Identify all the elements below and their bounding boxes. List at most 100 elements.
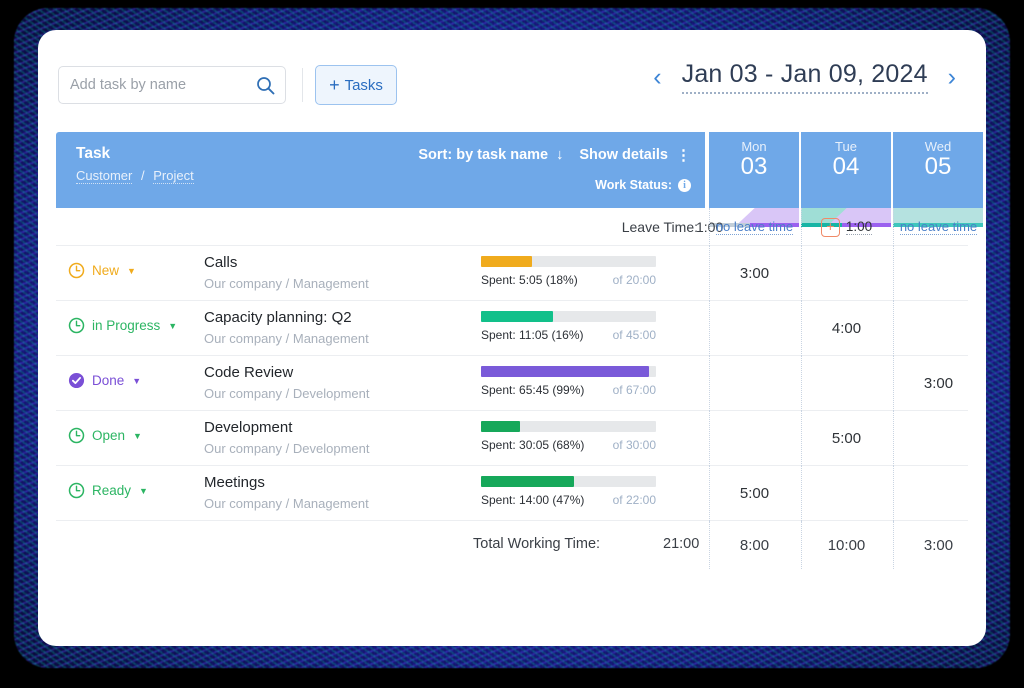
task-day-cells: 3:00 <box>709 246 983 301</box>
kebab-menu-icon[interactable]: ⋮ <box>676 146 691 164</box>
task-info[interactable]: Code ReviewOur company / Development <box>204 364 369 401</box>
task-info[interactable]: MeetingsOur company / Management <box>204 474 369 511</box>
day-of-week-label: Tue <box>835 139 857 154</box>
day-time-cell[interactable]: 4:00 <box>801 301 891 356</box>
day-column-headers: Mon03Tue04Wed05 <box>709 132 983 208</box>
task-path: Our company / Management <box>204 496 369 511</box>
progress-track <box>481 476 656 487</box>
day-time-cell[interactable]: 3:00 <box>709 246 799 301</box>
sort-arrow-down-icon[interactable]: ↓ <box>556 147 563 163</box>
leave-time-cell[interactable]: +1:00 <box>801 208 891 246</box>
chevron-left-icon[interactable]: ‹ <box>647 63 667 92</box>
progress-fill <box>481 311 553 322</box>
clock-icon <box>68 317 85 334</box>
day-time-cell[interactable] <box>893 301 983 356</box>
progress-total-label: of 22:00 <box>613 493 656 507</box>
search-input[interactable] <box>70 77 250 93</box>
info-icon[interactable]: i <box>678 179 691 192</box>
leave-time-cell[interactable]: no leave time <box>709 208 799 246</box>
day-column-header-tue[interactable]: Tue04 <box>801 132 891 208</box>
progress-track <box>481 421 656 432</box>
sort-control[interactable]: Sort: by task name ↓ <box>418 147 563 163</box>
task-status-label: in Progress <box>92 318 160 333</box>
no-leave-time-link[interactable]: no leave time <box>900 219 977 235</box>
day-time-cell[interactable] <box>893 411 983 466</box>
header-tools: Sort: by task name ↓ Show details ⋮ <box>418 146 691 164</box>
task-day-cells: 5:00 <box>709 466 983 521</box>
work-status-control[interactable]: Work Status: i <box>595 178 691 192</box>
day-time-cell[interactable]: 5:00 <box>801 411 891 466</box>
task-info[interactable]: Capacity planning: Q2Our company / Manag… <box>204 309 369 346</box>
task-row: in Progress ▼ Capacity planning: Q2Our com… <box>56 301 968 356</box>
leave-time-cell[interactable]: no leave time <box>893 208 983 246</box>
task-status-dropdown[interactable]: in Progress ▼ <box>68 317 177 334</box>
progress-labels: Spent: 14:00 (47%) of 22:00 <box>481 493 656 507</box>
day-time-cell[interactable] <box>709 356 799 411</box>
task-rows: New▼CallsOur company / ManagementSpent: … <box>56 246 968 521</box>
progress-labels: Spent: 11:05 (16%) of 45:00 <box>481 328 656 342</box>
clock-icon <box>68 482 85 499</box>
progress-total-label: of 45:00 <box>613 328 656 342</box>
day-time-cell[interactable]: 5:00 <box>709 466 799 521</box>
task-row: Done▼ Code ReviewOur company / Developmen… <box>56 356 968 411</box>
task-progress: Spent: 65:45 (99%)of 67:00 <box>481 366 656 397</box>
chevron-down-icon[interactable]: ▼ <box>127 266 136 276</box>
day-column-header-mon[interactable]: Mon03 <box>709 132 799 208</box>
customer-link[interactable]: Customer <box>76 168 132 184</box>
task-day-cells: 4:00 <box>709 301 983 356</box>
total-day-cell: 3:00 <box>893 521 983 569</box>
day-time-cell[interactable] <box>893 246 983 301</box>
day-time-cell[interactable] <box>709 301 799 356</box>
task-name: Calls <box>204 254 369 271</box>
task-day-cells: 5:00 <box>709 411 983 466</box>
day-time-cell[interactable] <box>801 466 891 521</box>
add-leave-time-icon[interactable]: + <box>821 218 840 237</box>
chevron-down-icon[interactable]: ▼ <box>168 321 177 331</box>
task-day-cells: 3:00 <box>709 356 983 411</box>
day-time-cell[interactable] <box>801 356 891 411</box>
progress-fill <box>481 421 520 432</box>
chevron-down-icon[interactable]: ▼ <box>133 431 142 441</box>
task-status-dropdown[interactable]: Ready ▼ <box>68 482 148 499</box>
column-header-subgroups: Customer / Project <box>76 168 194 183</box>
progress-spent-label: Spent: 11:05 (16%) <box>481 328 584 342</box>
progress-spent-label: Spent: 14:00 (47%) <box>481 493 584 507</box>
search-box[interactable] <box>58 66 286 104</box>
no-leave-time-link[interactable]: no leave time <box>716 219 793 235</box>
task-progress: Spent: 11:05 (16%) of 45:00 <box>481 311 656 342</box>
toolbar: + Tasks ‹ Jan 03 - Jan 09, 2024 › <box>38 30 986 122</box>
progress-labels: Spent: 5:05 (18%)of 20:00 <box>481 273 656 287</box>
task-status-dropdown[interactable]: New▼ <box>68 262 136 279</box>
show-details-control[interactable]: Show details ⋮ <box>579 146 691 164</box>
day-time-cell[interactable] <box>709 411 799 466</box>
date-range-label[interactable]: Jan 03 - Jan 09, 2024 <box>682 60 928 94</box>
task-info[interactable]: DevelopmentOur company / Development <box>204 419 369 456</box>
progress-total-label: of 20:00 <box>613 273 656 287</box>
app-card: + Tasks ‹ Jan 03 - Jan 09, 2024 › Task C… <box>38 30 986 646</box>
day-of-week-label: Mon <box>741 139 766 154</box>
add-tasks-button[interactable]: + Tasks <box>315 65 397 105</box>
chevron-down-icon[interactable]: ▼ <box>139 486 148 496</box>
day-time-cell[interactable] <box>893 466 983 521</box>
day-column-header-wed[interactable]: Wed05 <box>893 132 983 208</box>
timesheet-grid: Task Customer / Project Sort: by task na… <box>56 132 968 569</box>
progress-fill <box>481 476 574 487</box>
date-navigation: ‹ Jan 03 - Jan 09, 2024 › <box>647 60 962 94</box>
task-path: Our company / Development <box>204 386 369 401</box>
day-time-cell[interactable] <box>801 246 891 301</box>
task-status-dropdown[interactable]: Done▼ <box>68 372 141 389</box>
progress-track <box>481 256 656 267</box>
leave-time-value[interactable]: 1:00 <box>846 219 872 235</box>
show-details-label: Show details <box>579 147 668 163</box>
task-info[interactable]: CallsOur company / Management <box>204 254 369 291</box>
toolbar-divider <box>302 68 303 102</box>
task-status-dropdown[interactable]: Open▼ <box>68 427 142 444</box>
day-number-label: 04 <box>833 153 860 181</box>
chevron-right-icon[interactable]: › <box>942 63 962 92</box>
project-link[interactable]: Project <box>153 168 193 184</box>
chevron-down-icon[interactable]: ▼ <box>132 376 141 386</box>
day-time-cell[interactable]: 3:00 <box>893 356 983 411</box>
total-day-cells: 8:0010:003:00 <box>709 521 983 569</box>
task-status-label: Ready <box>92 483 131 498</box>
search-icon[interactable] <box>256 76 275 100</box>
